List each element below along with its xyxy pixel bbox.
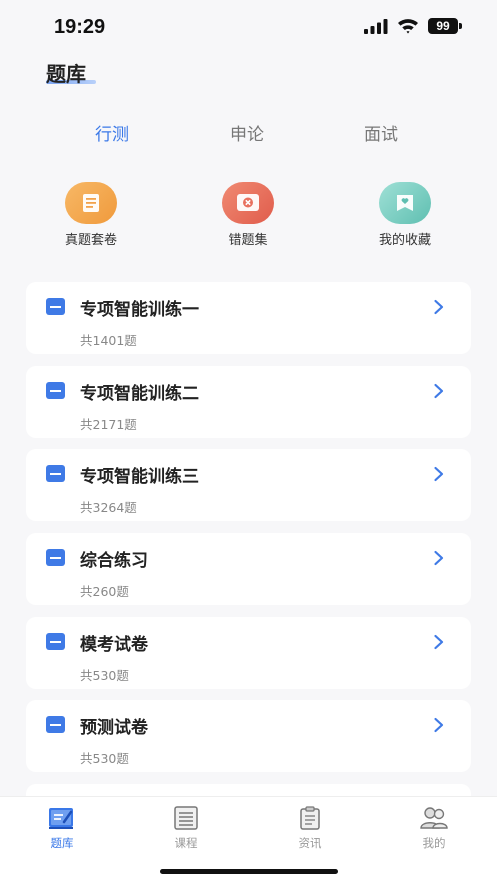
favorite-icon <box>379 182 431 224</box>
practice-card[interactable]: 专项智能训练三 共3264题 <box>26 449 471 521</box>
collapse-icon[interactable] <box>46 298 65 315</box>
collapse-icon[interactable] <box>46 633 65 650</box>
practice-card[interactable]: 预测试卷 共530题 <box>26 700 471 772</box>
tabbar-item-profile[interactable]: 我的 <box>394 805 474 851</box>
card-title: 模考试卷 <box>80 635 148 655</box>
card-title: 专项智能训练二 <box>80 384 199 404</box>
status-time: 19:29 <box>54 16 106 38</box>
course-icon <box>174 806 198 830</box>
chevron-right-icon <box>434 634 444 650</box>
practice-card[interactable]: 模考试卷 共530题 <box>26 617 471 689</box>
category-tabs: 行测 申论 面试 <box>0 120 497 146</box>
battery-tip <box>459 23 462 29</box>
collapse-icon[interactable] <box>46 465 65 482</box>
wifi-icon <box>398 19 418 34</box>
news-icon <box>300 806 320 830</box>
collapse-icon[interactable] <box>46 716 65 733</box>
practice-card[interactable]: 专项智能训练一 共1401题 <box>26 282 471 354</box>
profile-icon <box>420 807 448 829</box>
card-count: 共1401题 <box>80 333 137 348</box>
chevron-right-icon <box>434 466 444 482</box>
cellular-signal-icon <box>364 19 388 34</box>
chevron-right-icon <box>434 383 444 399</box>
status-bar: 19:29 99 <box>0 0 497 54</box>
error-book-icon <box>222 182 274 224</box>
shortcut-label: 错题集 <box>228 233 268 248</box>
tabbar-label: 资讯 <box>298 836 322 850</box>
shortcut-label: 我的收藏 <box>378 233 431 248</box>
shortcut-wrong-questions[interactable]: 错题集 <box>193 182 303 248</box>
collapse-icon[interactable] <box>46 549 65 566</box>
card-count: 共3264题 <box>80 500 137 515</box>
card-count: 共530题 <box>80 751 129 766</box>
tabbar-label: 我的 <box>422 836 446 850</box>
card-title: 综合练习 <box>80 551 148 571</box>
practice-card[interactable]: 专项智能训练二 共2171题 <box>26 366 471 438</box>
chevron-right-icon <box>434 717 444 733</box>
question-bank-icon <box>49 808 73 829</box>
tab-shenlun[interactable]: 申论 <box>230 120 264 145</box>
shortcut-past-papers[interactable]: 真题套卷 <box>36 182 146 248</box>
tabbar-item-question-bank[interactable]: 题库 <box>22 805 102 851</box>
tabbar-item-course[interactable]: 课程 <box>146 805 226 851</box>
tab-xingce[interactable]: 行测 <box>95 120 129 145</box>
chevron-right-icon <box>434 550 444 566</box>
chevron-right-icon <box>434 299 444 315</box>
home-indicator <box>160 869 338 874</box>
collapse-icon[interactable] <box>46 382 65 399</box>
page-title: 题库 <box>46 62 86 86</box>
card-title: 专项智能训练一 <box>80 300 199 320</box>
card-count: 共530题 <box>80 668 129 683</box>
card-title: 专项智能训练三 <box>80 467 199 487</box>
tabbar-item-news[interactable]: 资讯 <box>270 805 350 851</box>
practice-card[interactable]: 综合练习 共260题 <box>26 533 471 605</box>
card-count: 共2171题 <box>80 417 137 432</box>
document-icon <box>65 182 117 224</box>
battery-icon: 99 <box>428 18 458 34</box>
tab-mianshi[interactable]: 面试 <box>364 120 398 145</box>
tabbar-label: 题库 <box>50 836 74 850</box>
tabbar-label: 课程 <box>174 836 198 850</box>
card-count: 共260题 <box>80 584 129 599</box>
shortcut-favorites[interactable]: 我的收藏 <box>350 182 460 248</box>
card-title: 预测试卷 <box>80 718 148 738</box>
shortcut-label: 真题套卷 <box>64 233 117 248</box>
